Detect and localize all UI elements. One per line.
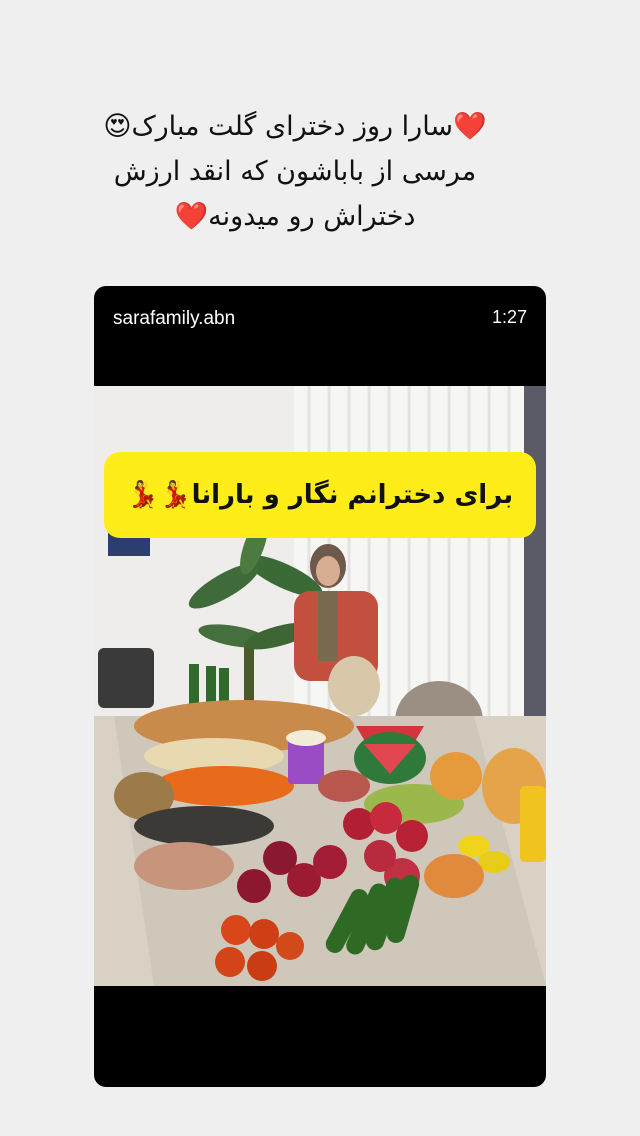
video-duration: 1:27: [491, 307, 527, 327]
video-card[interactable]: sarafamily.abn 1:27 برای دخترانم نگار و …: [94, 286, 546, 1087]
video-username: sarafamily.abn: [113, 308, 236, 329]
post-caption: ❤️سارا روز دخترای گلت مبارک😍 مرسی از باب…: [60, 104, 530, 239]
caption-line-1: ❤️سارا روز دخترای گلت مبارک😍: [103, 111, 487, 142]
caption-line-3: دختراش رو میدونه❤️: [174, 201, 416, 232]
video-frame[interactable]: برای دخترانم نگار و بارانا💃💃: [94, 386, 546, 986]
caption-line-2: مرسی از باباشون که انقد ارزش: [113, 156, 477, 187]
video-banner-text: برای دخترانم نگار و بارانا💃💃: [104, 452, 536, 538]
